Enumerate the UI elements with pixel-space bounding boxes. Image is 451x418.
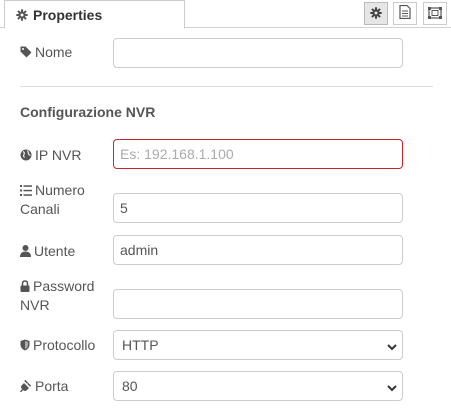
numero-canali-label: Numero Canali <box>20 182 85 217</box>
editor-tab-bar: Properties <box>0 0 451 29</box>
utente-input[interactable] <box>113 235 403 265</box>
list-icon <box>20 182 32 200</box>
lock-icon <box>20 278 30 296</box>
ip-nvr-input[interactable] <box>113 139 403 169</box>
porta-label: Porta <box>19 377 68 396</box>
appearance-icon <box>428 6 442 22</box>
description-button[interactable] <box>393 2 417 25</box>
utente-label: Utente <box>20 242 75 261</box>
shield-icon <box>20 337 30 355</box>
ip-nvr-label: IP NVR <box>20 146 81 165</box>
properties-gear-button[interactable] <box>364 2 388 25</box>
numero-canali-input[interactable] <box>113 193 403 223</box>
protocollo-select[interactable]: HTTP <box>113 330 403 360</box>
divider <box>20 86 433 87</box>
description-icon <box>399 4 411 22</box>
porta-select[interactable]: 80 <box>113 371 403 401</box>
nome-field[interactable] <box>113 38 403 68</box>
tab-label: Properties <box>33 6 103 23</box>
password-nvr-label: Password NVR <box>20 278 95 313</box>
appearance-button[interactable] <box>423 2 447 25</box>
user-icon <box>20 243 31 261</box>
protocollo-label: Protocollo <box>20 336 95 355</box>
gear-icon <box>16 8 28 21</box>
password-nvr-input[interactable] <box>113 289 403 319</box>
gear-icon <box>370 6 382 22</box>
section-title: Configurazione NVR <box>20 104 156 120</box>
plug-icon <box>19 378 32 396</box>
tag-icon <box>20 44 32 62</box>
nome-label: Nome <box>20 43 72 62</box>
globe-icon <box>20 147 32 165</box>
tab-properties[interactable]: Properties <box>4 0 185 29</box>
